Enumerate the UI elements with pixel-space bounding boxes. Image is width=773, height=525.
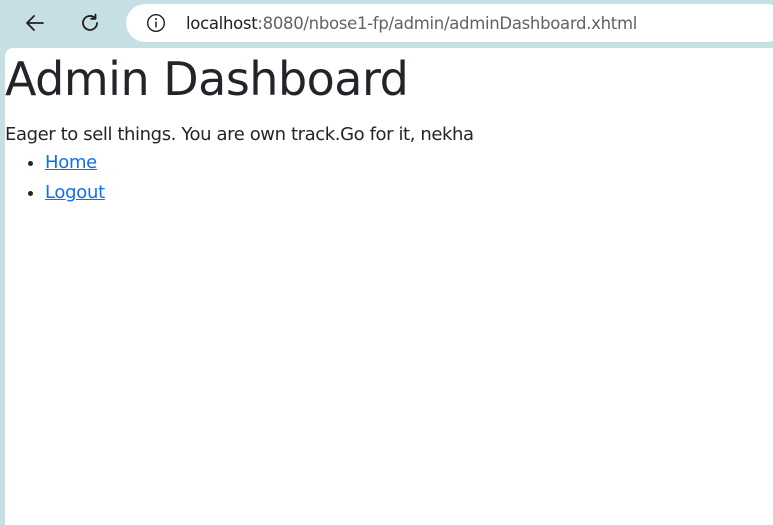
- page-content: Admin Dashboard Eager to sell things. Yo…: [5, 48, 773, 525]
- url-path: :8080/nbose1-fp/admin/adminDashboard.xht…: [257, 14, 638, 33]
- nav-list: Home Logout: [5, 148, 105, 208]
- home-link[interactable]: Home: [45, 152, 97, 173]
- back-button[interactable]: [18, 6, 52, 40]
- reload-icon: [82, 13, 98, 31]
- info-icon[interactable]: [146, 13, 166, 33]
- page-title: Admin Dashboard: [5, 52, 409, 106]
- address-bar[interactable]: localhost:8080/nbose1-fp/admin/adminDash…: [126, 4, 773, 42]
- url-host: localhost: [186, 14, 258, 33]
- arrow-left-icon: [26, 15, 44, 31]
- list-item: Logout: [45, 178, 105, 208]
- list-item: Home: [45, 148, 105, 178]
- reload-button[interactable]: [73, 6, 107, 40]
- browser-toolbar: localhost:8080/nbose1-fp/admin/adminDash…: [0, 0, 773, 46]
- logout-link[interactable]: Logout: [45, 182, 105, 203]
- greeting-text: Eager to sell things. You are own track.…: [5, 124, 474, 145]
- url-text[interactable]: localhost:8080/nbose1-fp/admin/adminDash…: [186, 14, 637, 33]
